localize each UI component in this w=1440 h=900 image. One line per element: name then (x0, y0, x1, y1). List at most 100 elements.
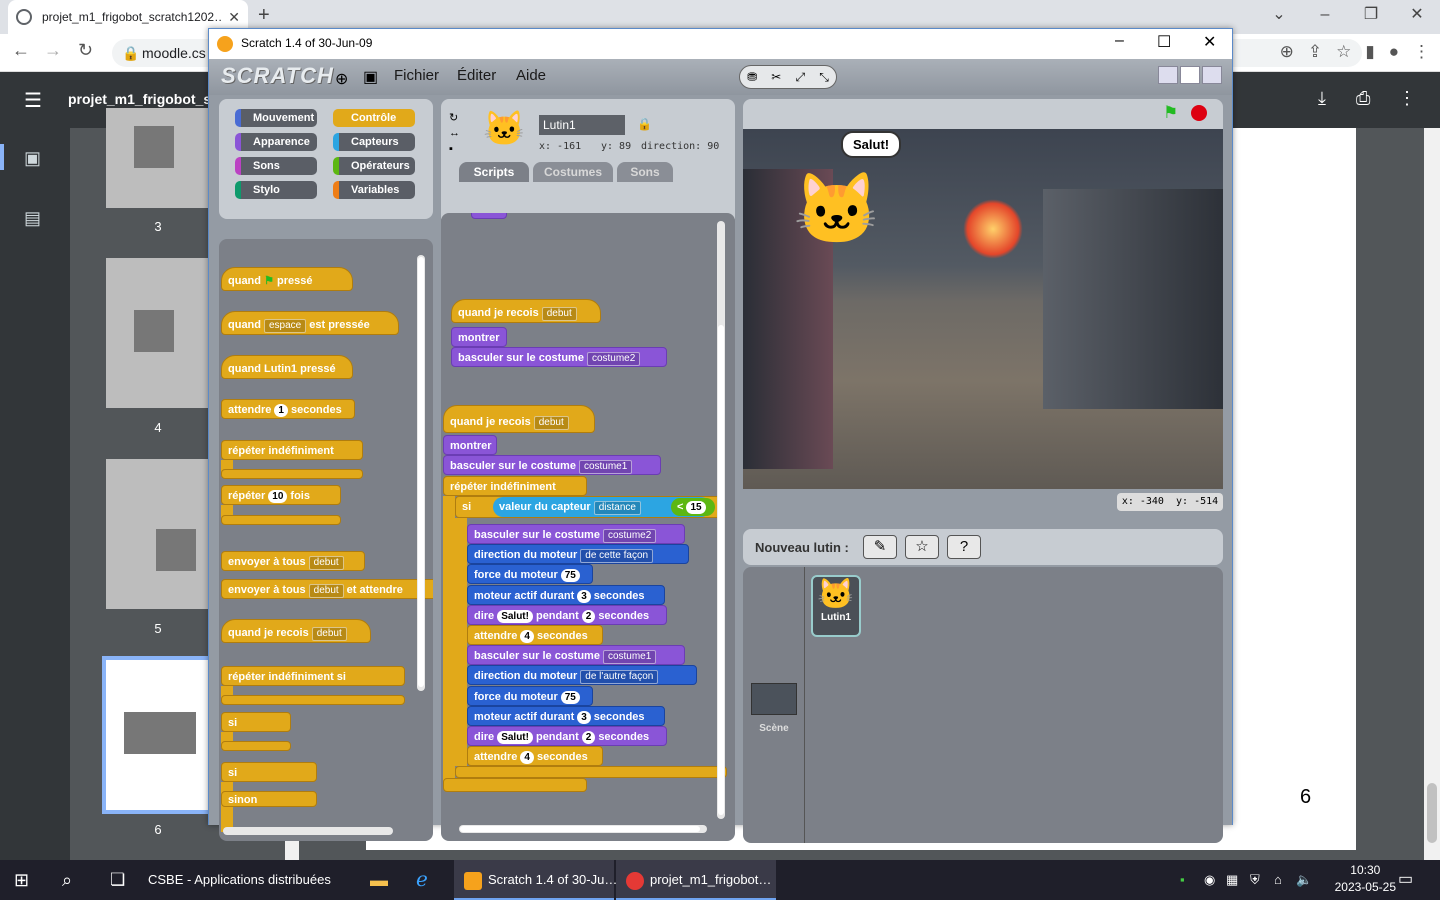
task-view-icon[interactable]: ❏ (110, 860, 125, 900)
rotate-style-icon[interactable]: ↻ (449, 111, 458, 124)
block-switch-costume[interactable]: basculer sur le costume costume2 (451, 347, 667, 367)
block-show[interactable]: montrer (443, 435, 497, 455)
stage-thumbnail[interactable] (751, 683, 797, 715)
notifications-icon[interactable]: ▭ (1398, 860, 1413, 900)
category-operateurs[interactable]: Opérateurs (333, 157, 415, 175)
ie-icon[interactable]: ℯ (416, 860, 428, 900)
block-forever[interactable]: répéter indéfiniment (443, 476, 587, 496)
category-controle[interactable]: Contrôle (333, 109, 415, 127)
stop-sign-icon[interactable] (1191, 105, 1207, 121)
script-block[interactable]: direction du moteur de cette façon (467, 544, 689, 565)
tab-costumes[interactable]: Costumes (533, 162, 613, 182)
palette-hscroll[interactable] (223, 827, 393, 835)
category-sons[interactable]: Sons (235, 157, 317, 175)
block-when-flag[interactable]: quand ⚑ pressé (221, 267, 353, 291)
close-icon[interactable]: ✕ (1203, 32, 1216, 52)
menu-aide[interactable]: Aide (516, 67, 546, 84)
small-stage-icon[interactable] (1158, 66, 1178, 84)
search-icon[interactable]: ⌕ (62, 860, 72, 900)
print-icon[interactable]: ⎙ (1356, 88, 1370, 109)
script-block[interactable]: moteur actif durant 3 secondes (467, 705, 665, 726)
taskbar-scratch[interactable]: Scratch 1.4 of 30-Ju… (454, 860, 617, 900)
block-forever[interactable]: répéter indéfiniment (221, 440, 363, 460)
close-tab-icon[interactable]: ✕ (228, 9, 240, 26)
scripts-vscroll[interactable] (717, 221, 725, 819)
palette-vscroll[interactable] (417, 255, 425, 691)
pdf-scrollbar[interactable] (1424, 128, 1440, 860)
category-apparence[interactable]: Apparence (235, 133, 317, 151)
flip-style-icon[interactable]: ↔ (449, 127, 460, 139)
duplicate-stamp-icon[interactable]: ⛃ (747, 70, 757, 84)
menu-fichier[interactable]: Fichier (394, 67, 439, 84)
taskbar-chrome[interactable]: projet_m1_frigobot… (616, 860, 776, 900)
tab-sons[interactable]: Sons (617, 162, 673, 182)
shrink-icon[interactable]: ⤡ (819, 70, 829, 85)
block-broadcast[interactable]: envoyer à tous debut (221, 551, 365, 571)
block-when-key[interactable]: quand espace est pressée (221, 311, 399, 335)
block-repeat[interactable]: répéter 10 fois (221, 485, 341, 505)
zoom-icon[interactable]: ⊕ (1280, 42, 1294, 62)
block-show[interactable]: montrer (451, 327, 507, 347)
green-flag-icon[interactable]: ⚑ (1163, 103, 1178, 123)
reload-icon[interactable]: ↻ (78, 40, 93, 61)
maximize-icon[interactable]: ☐ (1157, 32, 1171, 52)
pdf-menu-icon[interactable]: ☰ (24, 88, 42, 113)
tab-search-icon[interactable]: ⌄ (1256, 0, 1302, 34)
script-block[interactable]: basculer sur le costume costume1 (467, 645, 685, 666)
tray-icon[interactable]: ◉ (1204, 860, 1215, 900)
script-block[interactable]: force du moteur 75 (467, 685, 593, 706)
less-than-operator[interactable]: <15 (671, 498, 715, 516)
choose-sprite-icon[interactable]: ☆ (905, 535, 939, 559)
bookmark-star-icon[interactable]: ☆ (1336, 42, 1351, 62)
presentation-icon[interactable] (1202, 66, 1222, 84)
script-block[interactable]: dire Salut! pendant 2 secondes (467, 604, 667, 625)
block-forever-if[interactable]: répéter indéfiniment si (221, 666, 405, 686)
taskbar-csbe[interactable]: CSBE - Applications distribuées (148, 860, 331, 900)
close-window-icon[interactable]: ✕ (1394, 0, 1440, 34)
script-block[interactable]: direction du moteur de l'autre façon (467, 665, 697, 686)
page-thumbnail[interactable] (106, 258, 210, 408)
block-when-receive[interactable]: quand je recois debut (443, 405, 595, 433)
page-thumbnail[interactable] (106, 459, 210, 609)
normal-stage-icon[interactable] (1180, 66, 1200, 84)
restore-icon[interactable]: ❐ (1348, 0, 1394, 34)
scrollbar-thumb[interactable] (1427, 783, 1437, 843)
block-when-receive[interactable]: quand je recois debut (451, 299, 601, 323)
script-block[interactable]: attendre 4 secondes (467, 746, 603, 767)
script-block[interactable]: attendre 4 secondes (467, 625, 603, 645)
script-block[interactable]: dire Salut! pendant 2 secondes (467, 726, 667, 746)
category-stylo[interactable]: Stylo (235, 181, 317, 199)
thumbnails-icon[interactable]: ▣ (24, 148, 41, 169)
cat-sprite[interactable]: 🐱 (793, 169, 880, 251)
script-block[interactable]: moteur actif durant 3 secondes (467, 584, 665, 605)
share-icon[interactable]: ⇪ (1308, 42, 1322, 62)
tab-scripts[interactable]: Scripts (459, 162, 529, 182)
random-sprite-icon[interactable]: ? (947, 535, 981, 559)
outline-icon[interactable]: ▤ (24, 208, 41, 229)
block-broadcast-and-wait[interactable]: envoyer à tous debut et attendre (221, 579, 433, 599)
menu-editer[interactable]: Éditer (457, 67, 496, 84)
forward-icon[interactable]: → (44, 40, 62, 61)
language-globe-icon[interactable]: ⊕ (335, 69, 348, 89)
more-icon[interactable]: ⋮ (1413, 42, 1430, 62)
no-rotate-icon[interactable]: ▪ (449, 143, 453, 155)
clock[interactable]: 10:30 2023-05-25 (1335, 862, 1396, 896)
profile-icon[interactable]: ● (1389, 42, 1399, 62)
save-icon[interactable]: ▣ (363, 67, 378, 87)
minimize-icon[interactable]: – (1302, 0, 1348, 34)
block-if-else[interactable]: si (221, 762, 317, 782)
page-thumbnail[interactable] (106, 108, 210, 208)
block-wait[interactable]: attendre 1 secondes (221, 399, 355, 419)
shield-icon[interactable]: ⛨ (1250, 860, 1260, 900)
page-thumbnail-selected[interactable] (102, 656, 214, 814)
stage[interactable]: 🐱 Salut! (743, 129, 1223, 489)
grow-icon[interactable]: ⤢ (796, 70, 806, 85)
block-when-receive[interactable]: quand je recois debut (221, 619, 371, 643)
new-tab-button[interactable]: + (258, 4, 270, 27)
download-icon[interactable]: ⤓ (1318, 88, 1326, 109)
tray-icon[interactable]: ▦ (1226, 860, 1238, 900)
category-variables[interactable]: Variables (333, 181, 415, 199)
sprite-name-input[interactable] (539, 115, 625, 135)
delete-scissors-icon[interactable]: ✂ (771, 70, 781, 84)
paint-sprite-icon[interactable]: ✎ (863, 535, 897, 559)
